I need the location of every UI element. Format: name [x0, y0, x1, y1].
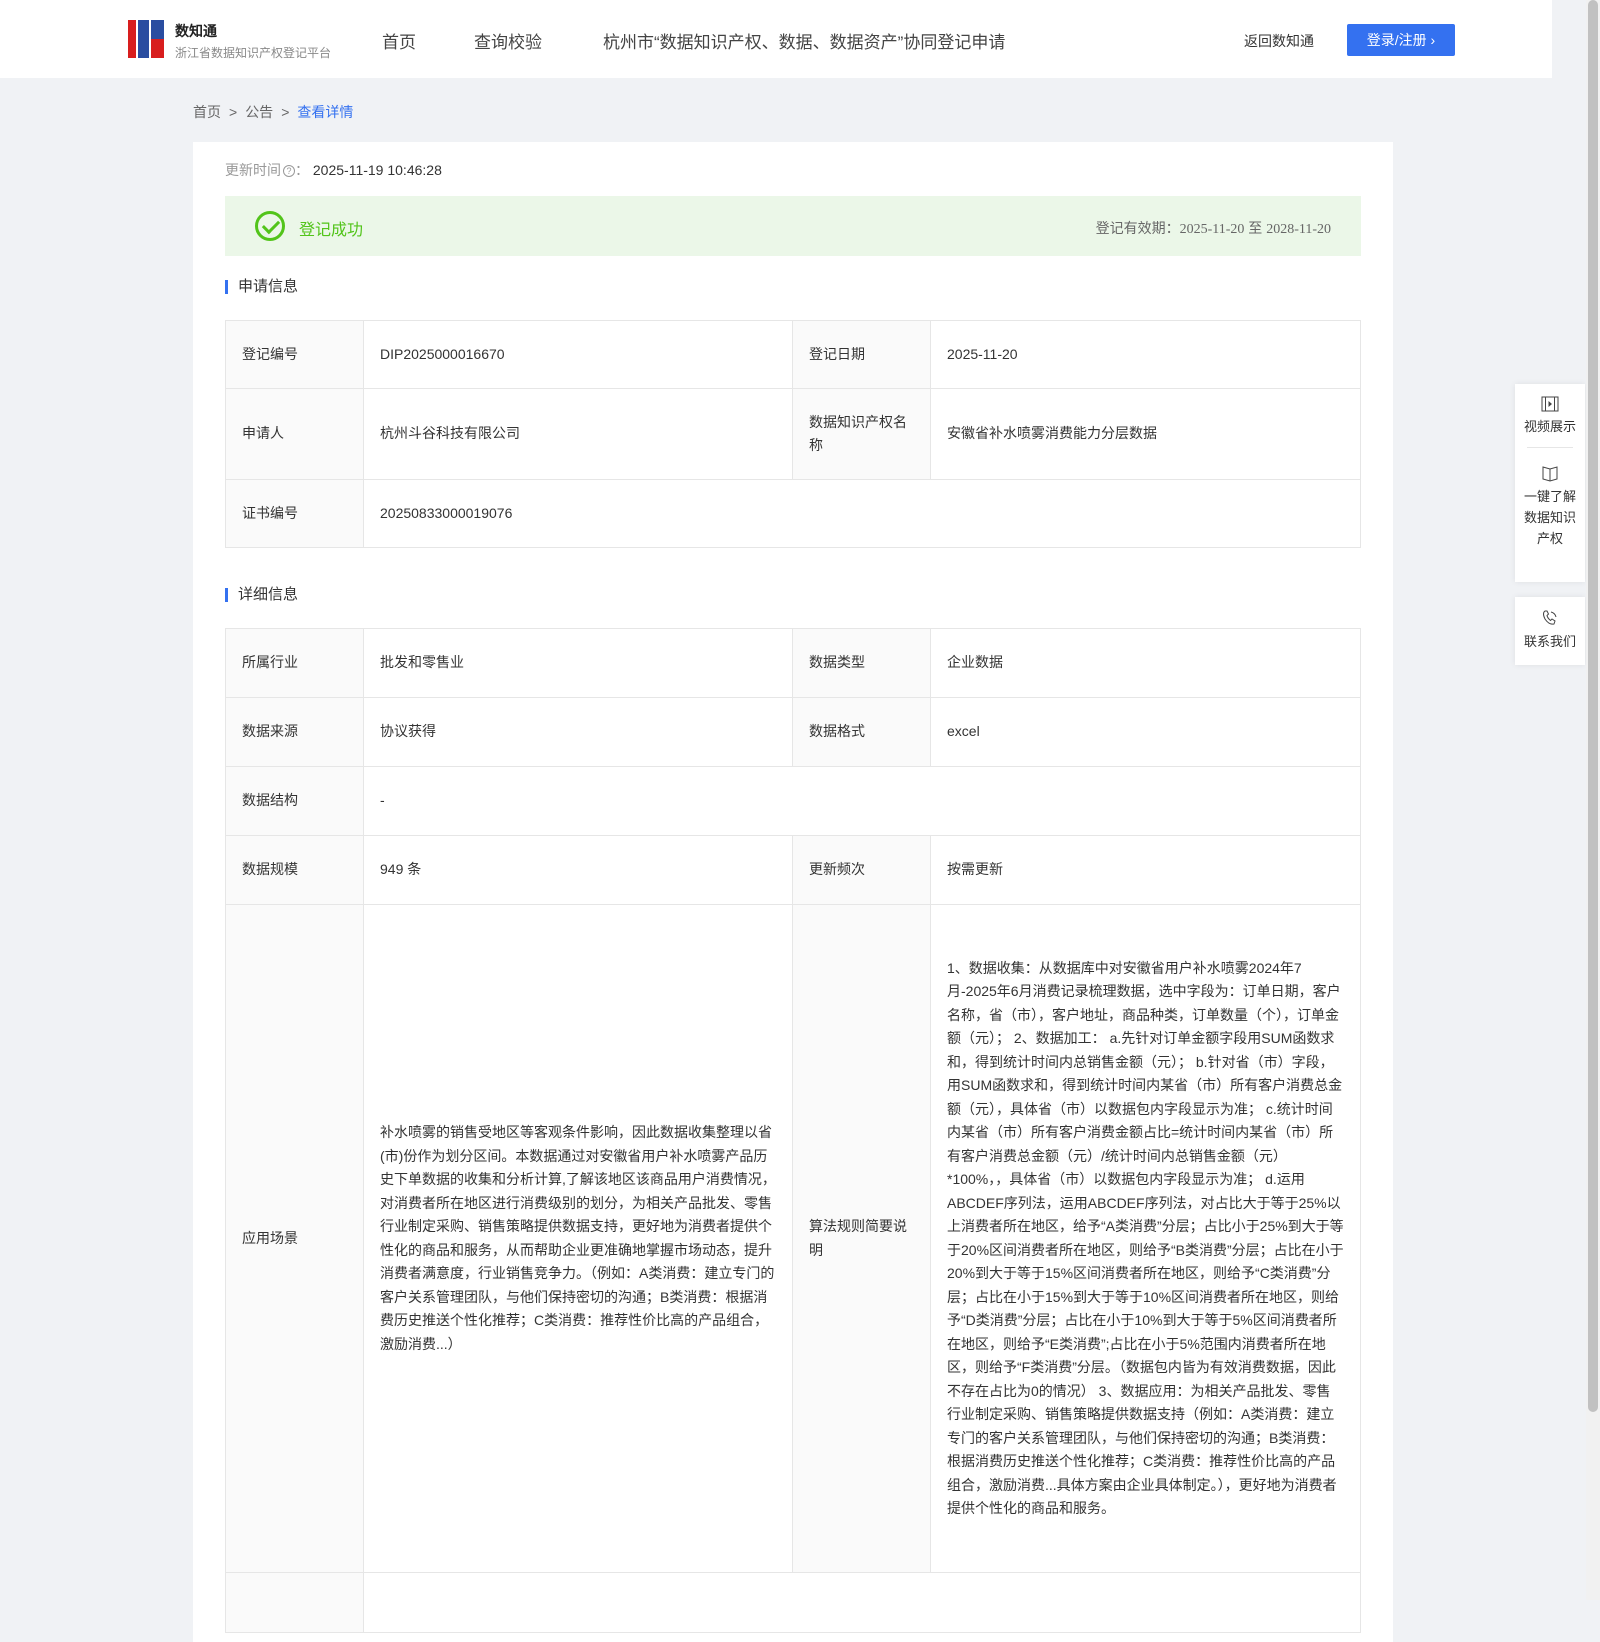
cell-label: 数据知识产权名称: [792, 388, 931, 480]
update-time: 更新时间?： 2025-11-19 10:46:28: [225, 162, 442, 178]
logo-icon[interactable]: [128, 20, 164, 58]
cell-value: 杭州斗谷科技有限公司: [363, 388, 793, 480]
table-row: 所属行业 批发和零售业 数据类型 企业数据: [225, 628, 1361, 698]
phone-icon: [1543, 610, 1557, 625]
cell-label: 申请人: [225, 388, 364, 480]
cell-label: 算法规则简要说明: [792, 904, 931, 1573]
section-title-apply: 申请信息: [225, 279, 298, 294]
cell-value: 按需更新: [930, 835, 1361, 905]
update-value: 2025-11-19 10:46:28: [312, 162, 442, 178]
breadcrumb-sep: >: [281, 104, 290, 120]
video-button[interactable]: 视频展示: [1515, 384, 1585, 447]
video-label: 视频展示: [1523, 419, 1576, 434]
brand-subtitle: 浙江省数据知识产权登记平台: [175, 46, 332, 60]
table-row: 应用场景 补水喷雾的销售受地区等客观条件影响，因此数据收集整理以省(市)份作为划分…: [225, 904, 1361, 1573]
table-row: 数据结构 -: [225, 766, 1361, 836]
cell-label: 证书编号: [225, 479, 364, 548]
scrollbar-thumb[interactable]: [1588, 0, 1598, 1412]
apply-info-table: 登记编号 DIP2025000016670 登记日期 2025-11-20 申请人 杭州…: [225, 320, 1361, 548]
learn-button[interactable]: 一键了解数据知识产权: [1515, 464, 1585, 549]
valid-from: 2025-11-20: [1179, 222, 1245, 237]
back-link[interactable]: 返回数知通: [1244, 31, 1314, 51]
scrollbar[interactable]: [1586, 0, 1600, 1600]
float-panel: 视频展示 一键了解数据知识产权: [1515, 384, 1585, 582]
brand[interactable]: 数知通 浙江省数据知识产权登记平台: [175, 21, 331, 61]
film-icon: [1541, 396, 1559, 412]
cell-label: 登记编号: [225, 320, 364, 389]
cell-value: 20250833000019076: [363, 479, 1361, 548]
cell-value: 2025-11-20: [930, 320, 1361, 389]
nav-home[interactable]: 首页: [382, 28, 416, 53]
status-text: 登记成功: [299, 222, 364, 239]
cell-value: excel: [930, 697, 1361, 767]
breadcrumb: 首页 > 公告 > 查看详情: [193, 102, 353, 122]
table-row: 登记编号 DIP2025000016670 登记日期 2025-11-20: [225, 320, 1361, 389]
status-banner: 登记成功 登记有效期：2025-11-20 至 2028-11-20: [225, 196, 1361, 256]
cell-value: 批发和零售业: [363, 628, 793, 698]
contact-panel: 联系我们: [1515, 597, 1585, 665]
cell-label: 数据格式: [792, 697, 931, 767]
contact-button[interactable]: 联系我们: [1515, 597, 1585, 662]
table-row: 证书编号 20250833000019076: [225, 479, 1361, 548]
top-header: 数知通 浙江省数据知识产权登记平台 首页 查询校验 杭州市“数据知识产权、数据、…: [0, 0, 1552, 78]
cell-label: 数据类型: [792, 628, 931, 698]
cell-value: 企业数据: [930, 628, 1361, 698]
cell-value: -: [363, 766, 1361, 836]
cell-value: 1、数据收集：从数据库中对安徽省用户补水喷雾2024年7月-2025年6月消费记…: [930, 904, 1361, 1573]
cell-label: 应用场景: [225, 904, 364, 1573]
cell-label: 所属行业: [225, 628, 364, 698]
validity-label: 登记有效期：: [1095, 220, 1180, 236]
cell-label: 登记日期: [792, 320, 931, 389]
cell-label: 数据规模: [225, 835, 364, 905]
cell-label: [225, 1572, 364, 1633]
cell-label: 更新频次: [792, 835, 931, 905]
cell-value: DIP2025000016670: [363, 320, 793, 389]
table-row: [225, 1572, 1361, 1633]
detail-info-table: 所属行业 批发和零售业 数据类型 企业数据 数据来源 协议获得 数据格式 excel 数据结…: [225, 628, 1361, 1633]
table-row: 数据规模 949 条更新频次 按需更新: [225, 835, 1361, 905]
detail-card: 更新时间?： 2025-11-19 10:46:28 登记成功 登记有效期：20…: [193, 142, 1393, 1642]
breadcrumb-sep: >: [229, 104, 238, 120]
cell-label: 数据结构: [225, 766, 364, 836]
book-icon: [1542, 466, 1558, 482]
check-circle-icon: [255, 211, 285, 241]
learn-label: 一键了解数据知识产权: [1523, 489, 1576, 546]
cell-label: 数据来源: [225, 697, 364, 767]
help-icon[interactable]: ?: [283, 165, 295, 178]
breadcrumb-notice[interactable]: 公告: [245, 104, 273, 120]
cell-value: 协议获得: [363, 697, 793, 767]
brand-title: 数知通: [175, 23, 217, 39]
login-button[interactable]: 登录/注册 ›: [1347, 24, 1455, 56]
breadcrumb-home[interactable]: 首页: [193, 104, 221, 120]
update-label: 更新时间: [225, 162, 281, 178]
valid-to: 2028-11-20: [1266, 222, 1331, 237]
nav-query[interactable]: 查询校验: [474, 28, 542, 53]
breadcrumb-current: 查看详情: [297, 104, 354, 120]
section-title-detail: 详细信息: [225, 587, 298, 602]
cell-value: 补水喷雾的销售受地区等客观条件影响，因此数据收集整理以省(市)份作为划分区间。本…: [363, 904, 793, 1573]
table-row: 数据来源 协议获得 数据格式 excel: [225, 697, 1361, 767]
valid-to-word: 至: [1248, 220, 1263, 236]
table-row: 申请人 杭州斗谷科技有限公司 数据知识产权名称 安徽省补水喷雾消费能力分层数据: [225, 388, 1361, 480]
contact-label: 联系我们: [1523, 634, 1576, 649]
cell-value: [363, 1572, 1361, 1633]
cell-value: 949 条: [363, 835, 793, 905]
nav-hangzhou-apply[interactable]: 杭州市“数据知识产权、数据、数据资产”协同登记申请: [603, 28, 1005, 53]
validity-period: 登记有效期：2025-11-20 至 2028-11-20: [1096, 218, 1331, 238]
cell-value: 安徽省补水喷雾消费能力分层数据: [930, 388, 1361, 480]
